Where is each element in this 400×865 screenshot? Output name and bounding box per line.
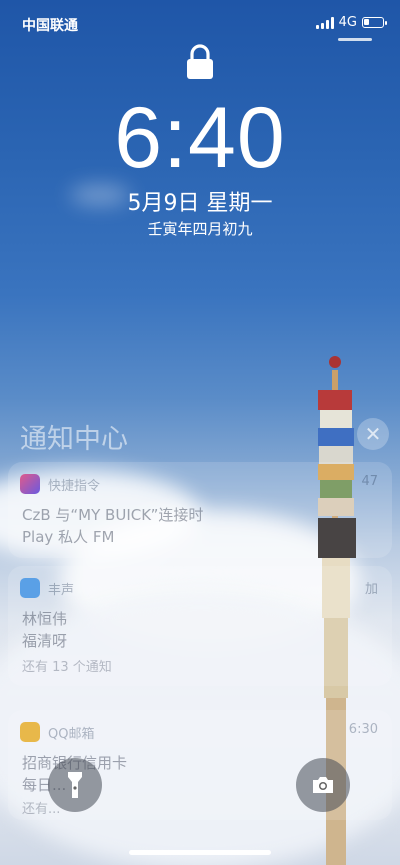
lock-screen-date: 5月9日 星期一: [127, 191, 273, 216]
notification-app-name: 快捷指令: [48, 478, 101, 494]
fengsheng-app-icon: [20, 578, 40, 598]
home-indicator[interactable]: [129, 850, 271, 855]
camera-icon: [313, 777, 333, 793]
status-icons: 4G: [315, 15, 387, 30]
status-bar: 中国联通 4G: [0, 0, 400, 48]
notification-app-header: 丰声: [20, 578, 74, 598]
signal-icon: [315, 16, 334, 29]
notification-time: 47: [361, 474, 378, 489]
carrier-label: 中国联通: [22, 18, 78, 34]
notification-card[interactable]: 快捷指令 47 CzB 与“MY BUICK”连接时 Play 私人 FM: [8, 462, 392, 558]
lock-screen: 中国联通 4G 6:40 5月9日 星期一 壬寅年四月初九 通知中心 ✕ 快捷指…: [0, 0, 400, 865]
camera-button[interactable]: [296, 758, 350, 812]
notification-app-header: 快捷指令: [20, 474, 100, 494]
lunar-date: 壬寅年四月初九: [147, 220, 253, 238]
flashlight-icon: [68, 772, 82, 798]
notification-app-name: 丰声: [48, 582, 75, 598]
notification-center-title: 通知中心: [20, 424, 128, 455]
network-label: 4G: [338, 15, 357, 30]
shortcuts-app-icon: [20, 474, 40, 494]
lock-screen-time: 6:40: [114, 90, 286, 186]
notification-line: CzB 与“MY BUICK”连接时: [22, 506, 204, 524]
notification-line: Play 私人 FM: [22, 528, 115, 546]
notification-more: 还有 13 个通知: [22, 660, 112, 675]
lock-icon: [187, 44, 213, 79]
battery-icon: [362, 17, 387, 28]
qqmail-app-icon: [20, 722, 40, 742]
notification-card[interactable]: 丰声 加 林恒伟 福清呀 还有 13 个通知: [8, 566, 392, 686]
notification-app-header: QQ邮箱: [20, 722, 94, 742]
notification-line: 福清呀: [22, 632, 68, 650]
control-center-indicator[interactable]: [338, 38, 372, 41]
notification-line: 林恒伟: [22, 610, 68, 628]
notification-app-name: QQ邮箱: [48, 726, 95, 742]
notification-time: 6:30: [348, 722, 378, 737]
flashlight-button[interactable]: [48, 758, 102, 812]
close-icon[interactable]: ✕: [357, 418, 389, 450]
notification-time: 加: [364, 582, 378, 597]
